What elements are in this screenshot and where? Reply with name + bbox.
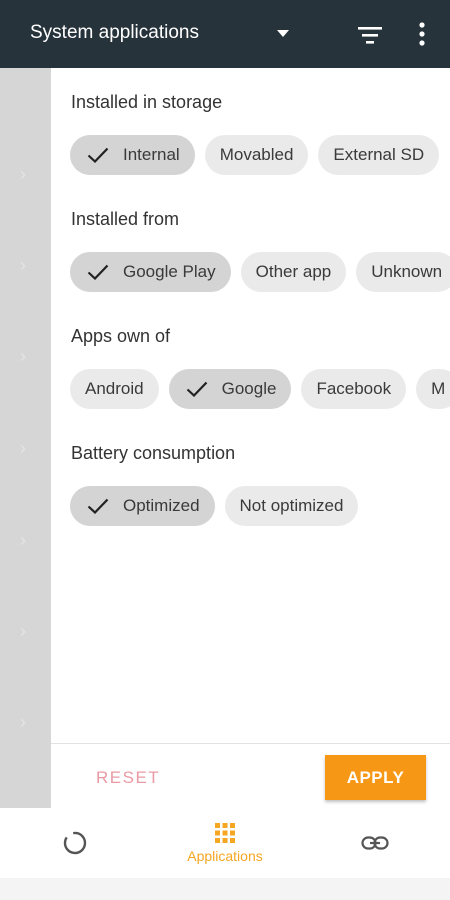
chip-row-battery: Optimized Not optimized: [70, 486, 368, 526]
link-icon: [361, 836, 389, 850]
check-icon: [186, 381, 207, 397]
chevron-right-icon: ›: [20, 255, 26, 275]
check-icon: [87, 147, 109, 163]
chip-google-play[interactable]: Google Play: [70, 252, 231, 292]
chip-label: Google Play: [123, 262, 216, 281]
chip-label: Google: [221, 379, 277, 398]
filter-panel: Installed in storage Internal Movabled E…: [51, 68, 450, 808]
chip-google[interactable]: Google: [168, 369, 292, 409]
page-title[interactable]: System applications: [30, 22, 199, 44]
chip-optimized[interactable]: Optimized: [70, 486, 215, 526]
chip-label: Internal: [123, 145, 180, 164]
chip-label: Other app: [255, 262, 332, 281]
loading-ring-icon: [63, 831, 87, 855]
chip-row-storage: Internal Movabled External SD: [70, 135, 449, 175]
chip-facebook[interactable]: Facebook: [301, 369, 407, 409]
panel-actions: RESET APPLY: [51, 743, 450, 808]
system-navigation-bar: [0, 878, 450, 900]
dimmed-app-list[interactable]: › › › › › › ›: [0, 68, 51, 808]
section-title-storage: Installed in storage: [71, 92, 223, 112]
app-bar: System applications: [0, 0, 450, 68]
apply-button[interactable]: APPLY: [325, 755, 426, 800]
chip-internal[interactable]: Internal: [70, 135, 195, 175]
nav-label-applications: Applications: [187, 848, 263, 864]
chip-label: Unknown: [371, 262, 443, 281]
bottom-navigation: Applications: [0, 808, 450, 878]
chip-android[interactable]: Android: [70, 369, 159, 409]
filter-icon[interactable]: [356, 22, 386, 48]
chip-label: Movabled: [219, 145, 294, 164]
section-title-battery: Battery consumption: [71, 443, 236, 463]
nav-item-applications[interactable]: Applications: [170, 808, 280, 878]
chevron-right-icon: ›: [20, 438, 26, 458]
chip-m[interactable]: M: [416, 369, 450, 409]
chevron-right-icon: ›: [20, 346, 26, 366]
chip-row-owner: Android Google Facebook M: [70, 369, 450, 409]
chevron-right-icon: ›: [20, 621, 26, 641]
chevron-right-icon: ›: [20, 164, 26, 184]
nav-item-loading[interactable]: [50, 808, 100, 878]
chip-row-source: Google Play Other app Unknown: [70, 252, 450, 292]
chip-label: Optimized: [123, 496, 200, 515]
chip-label: M: [431, 379, 446, 398]
chevron-right-icon: ›: [20, 530, 26, 550]
chip-other-app[interactable]: Other app: [240, 252, 347, 292]
chevron-right-icon: ›: [20, 712, 26, 732]
chip-label: External SD: [333, 145, 425, 164]
nav-item-links[interactable]: [350, 808, 400, 878]
check-icon: [87, 498, 109, 514]
reset-button[interactable]: RESET: [96, 768, 160, 788]
section-title-owner: Apps own of: [71, 326, 171, 346]
chip-label: Android: [85, 379, 144, 398]
chip-external-sd[interactable]: External SD: [318, 135, 440, 175]
caret-down-icon[interactable]: [277, 30, 289, 37]
apps-grid-icon: [215, 823, 235, 843]
chip-label: Facebook: [316, 379, 392, 398]
chip-movabled[interactable]: Movabled: [204, 135, 309, 175]
more-vert-icon[interactable]: [412, 20, 432, 48]
check-icon: [87, 264, 109, 280]
chip-label: Not optimized: [239, 496, 344, 515]
section-title-source: Installed from: [71, 209, 180, 229]
chip-not-optimized[interactable]: Not optimized: [224, 486, 359, 526]
chip-unknown[interactable]: Unknown: [356, 252, 450, 292]
